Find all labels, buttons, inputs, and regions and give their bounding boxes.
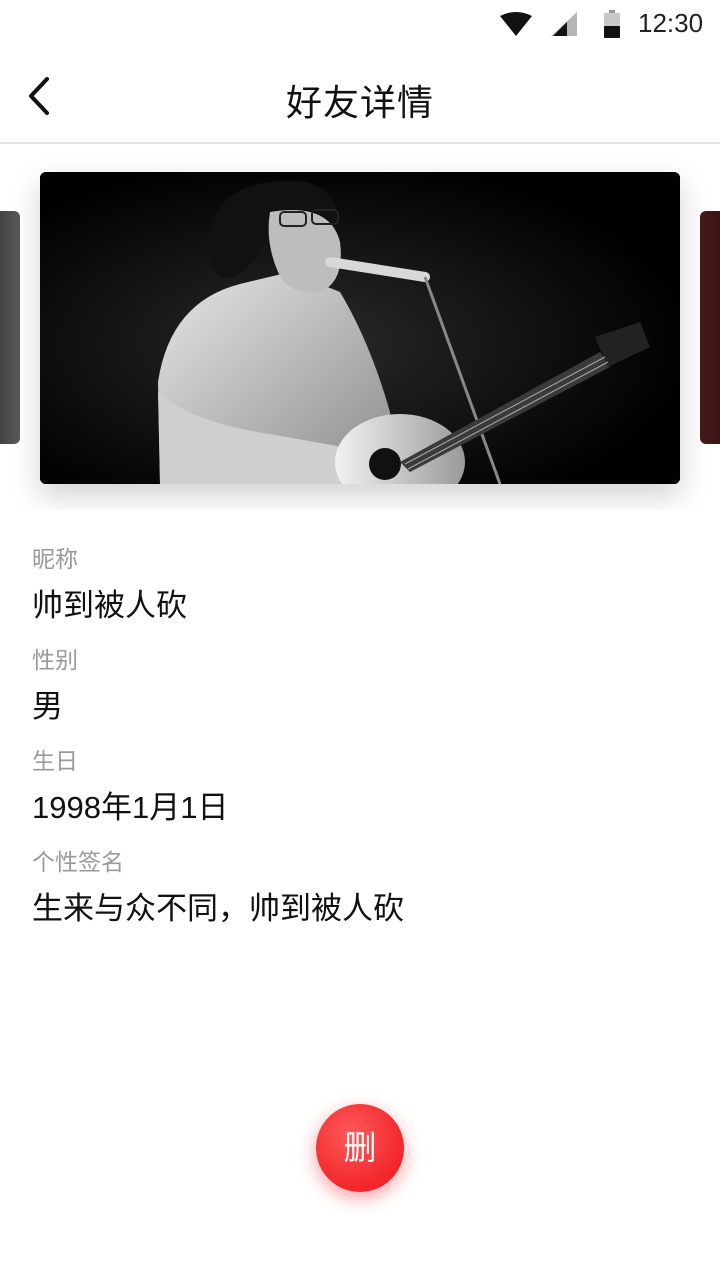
previous-photo-card[interactable] xyxy=(0,211,20,444)
signature-value: 生来与众不同，帅到被人砍 xyxy=(32,891,404,927)
nickname-value: 帅到被人砍 xyxy=(32,588,187,624)
signal-icon xyxy=(551,12,577,36)
delete-friend-button[interactable]: 删 xyxy=(316,1104,404,1192)
nav-bar: 好友详情 xyxy=(0,48,720,144)
birthday-value: 1998年1月1日 xyxy=(32,790,229,825)
friend-info: 昵称 帅到被人砍 性别 男 生日 1998年1月1日 个性签名 生来与众不同，帅… xyxy=(32,540,692,944)
status-time: 12:30 xyxy=(638,8,704,38)
battery-icon xyxy=(604,10,620,38)
wifi-icon xyxy=(500,12,532,36)
status-bar: 12:30 xyxy=(0,0,720,48)
profile-photo[interactable] xyxy=(40,172,680,484)
gender-label: 性别 xyxy=(32,648,78,674)
gender-value: 男 xyxy=(32,689,63,725)
birthday-label: 生日 xyxy=(32,749,78,775)
nickname-label: 昵称 xyxy=(32,547,78,573)
page-title: 好友详情 xyxy=(285,83,434,124)
next-photo-card[interactable] xyxy=(700,211,720,444)
profile-photo-image xyxy=(40,172,680,484)
photo-carousel[interactable] xyxy=(0,150,720,510)
signature-label: 个性签名 xyxy=(32,850,124,876)
